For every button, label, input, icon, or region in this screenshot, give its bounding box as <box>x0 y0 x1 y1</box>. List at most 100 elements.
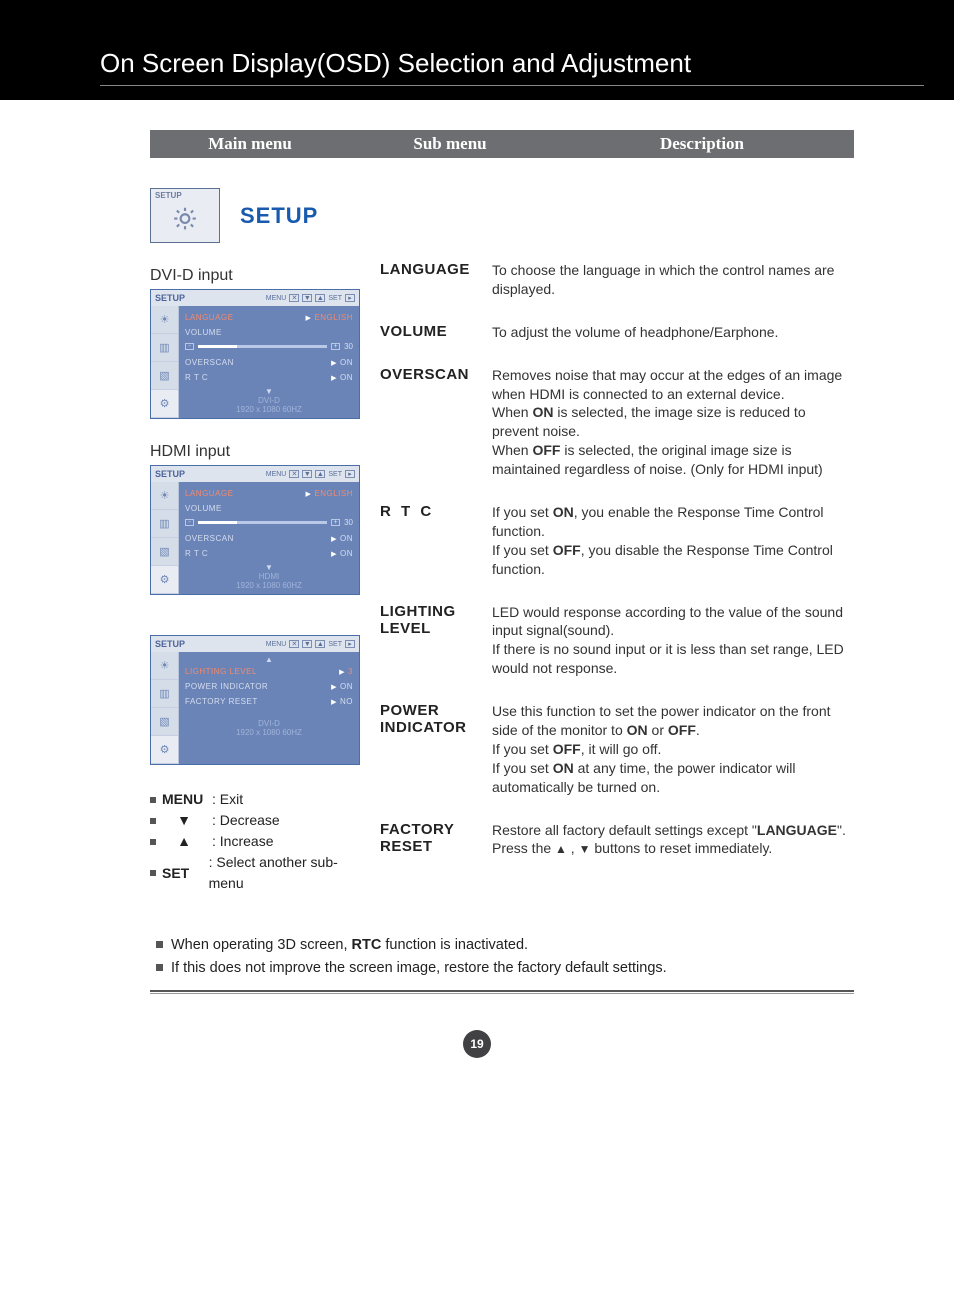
color-tab-icon: ▥ <box>151 334 178 362</box>
down-icon: ▼ <box>302 294 312 302</box>
setup-osd-icon: SETUP <box>150 188 220 243</box>
desc-lighting-name: LIGHTING LEVEL <box>380 603 480 679</box>
osd-hdr-menu: MENU <box>266 295 287 302</box>
osd-rtc-value: ON <box>340 549 353 558</box>
osd-volume-value: 30 <box>344 342 353 351</box>
legend-set-text: : Select another sub-menu <box>209 852 360 894</box>
desc-overscan-text: Removes noise that may occur at the edge… <box>492 366 854 479</box>
up-triangle-icon: ▲ <box>555 843 567 857</box>
right-column: LANGUAGE To choose the language in which… <box>380 261 854 894</box>
tracking-tab-icon: ▧ <box>151 708 178 736</box>
desc-language-name: LANGUAGE <box>380 261 480 299</box>
osd-footer-res: 1920 x 1080 60HZ <box>236 405 302 414</box>
osd-footer-res: 1920 x 1080 60HZ <box>236 581 302 590</box>
desc-rtc-name: R T C <box>380 503 480 579</box>
osd-footer-res: 1920 x 1080 60HZ <box>236 728 302 737</box>
osd-volume-bar: -+30 <box>185 340 353 355</box>
tracking-tab-icon: ▧ <box>151 538 178 566</box>
osd-title: SETUP <box>155 293 185 303</box>
down-icon: ▼ <box>302 640 312 648</box>
osd-rtc-value: ON <box>340 373 353 382</box>
osd-lighting-value: 3 <box>348 667 353 676</box>
up-icon: ▲ <box>315 470 325 478</box>
osd-rtc-label: R T C <box>185 549 208 558</box>
setup-tab-icon: ⚙ <box>151 390 178 418</box>
hdmi-input-label: HDMI input <box>150 443 360 461</box>
osd-volume-label: VOLUME <box>185 504 222 513</box>
osd-overscan-value: ON <box>340 534 353 543</box>
osd-language-value: ENGLISH <box>314 313 353 322</box>
osd-hdr-menu: MENU <box>266 471 287 478</box>
osd-volume-value: 30 <box>344 518 353 527</box>
page-number-badge: 19 <box>463 1030 491 1058</box>
setup-heading-row: SETUP SETUP <box>150 188 854 243</box>
osd-factory-label: FACTORY RESET <box>185 697 258 706</box>
osd-power-label: POWER INDICATOR <box>185 682 268 691</box>
col-main-menu: Main menu <box>150 134 350 154</box>
desc-rtc-text: If you set ON, you enable the Response T… <box>492 503 854 579</box>
osd-panel-dvid: SETUP MENU✕ ▼ ▲ SET▸ ☀ ▥ ▧ ⚙ <box>150 289 360 419</box>
footnotes: When operating 3D screen, RTC function i… <box>150 934 854 980</box>
osd-language-label: LANGUAGE <box>185 489 233 498</box>
up-icon: ▲ <box>315 640 325 648</box>
color-tab-icon: ▥ <box>151 510 178 538</box>
note-2: If this does not improve the screen imag… <box>171 957 667 980</box>
desc-factory-name: FACTORY RESET <box>380 821 480 859</box>
up-triangle-icon: ▲ <box>162 831 206 852</box>
tracking-tab-icon: ▧ <box>151 362 178 390</box>
setup-title: SETUP <box>240 203 318 229</box>
osd-footer-source: HDMI <box>259 572 279 581</box>
osd-header-controls: MENU✕ ▼ ▲ SET▸ <box>266 470 355 478</box>
page-header-band: On Screen Display(OSD) Selection and Adj… <box>0 0 954 100</box>
gear-icon <box>172 205 198 231</box>
button-legend: MENU: Exit ▼: Decrease ▲: Increase SET: … <box>150 789 360 894</box>
col-sub-menu: Sub menu <box>350 134 550 154</box>
osd-factory-value: NO <box>340 697 353 706</box>
osd-side-tabs: ☀ ▥ ▧ ⚙ <box>151 306 179 418</box>
legend-menu-text: : Exit <box>212 789 243 810</box>
osd-hdr-set: SET <box>328 471 342 478</box>
page-content: Main menu Sub menu Description SETUP SET… <box>0 100 954 1014</box>
down-icon: ▼ <box>302 470 312 478</box>
divider <box>150 990 854 994</box>
osd-rtc-label: R T C <box>185 373 208 382</box>
osd-lighting-label: LIGHTING LEVEL <box>185 667 257 676</box>
desc-volume-text: To adjust the volume of headphone/Earpho… <box>492 323 854 342</box>
desc-volume-name: VOLUME <box>380 323 480 342</box>
legend-set-key: SET <box>162 863 203 884</box>
setup-icon-label: SETUP <box>155 191 182 200</box>
dvid-input-label: DVI-D input <box>150 267 360 285</box>
osd-title: SETUP <box>155 639 185 649</box>
desc-power-text: Use this function to set the power indic… <box>492 702 854 796</box>
osd-footer-source: DVI-D <box>258 396 280 405</box>
down-triangle-icon: ▼ <box>579 843 591 857</box>
osd-language-label: LANGUAGE <box>185 313 233 322</box>
osd-footer-source: DVI-D <box>258 719 280 728</box>
osd-hdr-menu: MENU <box>266 641 287 648</box>
note-1: When operating 3D screen, RTC function i… <box>171 934 528 957</box>
page-title: On Screen Display(OSD) Selection and Adj… <box>100 48 924 86</box>
desc-overscan-name: OVERSCAN <box>380 366 480 479</box>
brightness-tab-icon: ☀ <box>151 482 178 510</box>
color-tab-icon: ▥ <box>151 680 178 708</box>
desc-factory-text: Restore all factory default settings exc… <box>492 821 854 859</box>
osd-title: SETUP <box>155 469 185 479</box>
osd-panel-hdmi: SETUP MENU✕ ▼ ▲ SET▸ ☀ ▥ ▧ ⚙ <box>150 465 360 595</box>
col-description: Description <box>550 134 854 154</box>
left-column: DVI-D input SETUP MENU✕ ▼ ▲ SET▸ ☀ ▥ ▧ <box>150 261 360 894</box>
osd-language-value: ENGLISH <box>314 489 353 498</box>
osd-overscan-label: OVERSCAN <box>185 358 234 367</box>
setup-tab-icon: ⚙ <box>151 566 178 594</box>
setup-tab-icon: ⚙ <box>151 736 178 764</box>
legend-decrease-text: : Decrease <box>212 810 280 831</box>
osd-header-controls: MENU✕ ▼ ▲ SET▸ <box>266 294 355 302</box>
osd-panel-page2: SETUP MENU✕ ▼ ▲ SET▸ ☀ ▥ ▧ ⚙ <box>150 635 360 765</box>
desc-language-text: To choose the language in which the cont… <box>492 261 854 299</box>
desc-lighting-text: LED would response according to the valu… <box>492 603 854 679</box>
osd-overscan-value: ON <box>340 358 353 367</box>
column-header-bar: Main menu Sub menu Description <box>150 130 854 158</box>
osd-hdr-set: SET <box>328 295 342 302</box>
brightness-tab-icon: ☀ <box>151 306 178 334</box>
down-triangle-icon: ▼ <box>162 810 206 831</box>
osd-overscan-label: OVERSCAN <box>185 534 234 543</box>
